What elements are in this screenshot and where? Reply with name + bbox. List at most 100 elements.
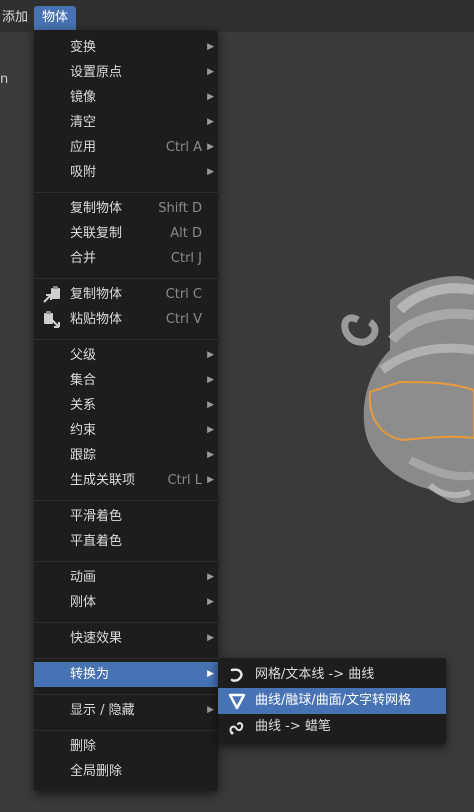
submenu-arrow-icon: ▶ — [207, 450, 214, 460]
menu-item-label: 显示 / 隐藏 — [70, 703, 135, 718]
menu-item-set-origin[interactable]: 设置原点 ▶ — [34, 60, 218, 85]
submenu-arrow-icon: ▶ — [207, 669, 214, 679]
submenu-arrow-icon: ▶ — [207, 117, 214, 127]
menu-item-delete[interactable]: 删除 — [34, 734, 218, 759]
menu-item-label: 关联复制 — [70, 226, 123, 241]
menu-item-label: 约束 — [70, 423, 97, 438]
submenu-arrow-icon: ▶ — [207, 167, 214, 177]
sculpted-model[interactable] — [330, 270, 474, 510]
submenu-item-to-mesh[interactable]: 曲线/融球/曲面/文字转网格 — [218, 688, 446, 714]
menu-item-label: 关系 — [70, 398, 97, 413]
menu-item-apply[interactable]: 应用 Ctrl A ▶ — [34, 135, 218, 160]
menu-item-duplicate-objects[interactable]: 复制物体 Shift D — [34, 196, 218, 221]
menu-item-collection[interactable]: 集合 ▶ — [34, 368, 218, 393]
submenu-arrow-icon: ▶ — [207, 400, 214, 410]
submenu-arrow-icon: ▶ — [207, 142, 214, 152]
menu-item-delete-globally[interactable]: 全局删除 — [34, 759, 218, 784]
menu-item-label: 生成关联项 — [70, 473, 136, 488]
menu-item-mirror[interactable]: 镜像 ▶ — [34, 85, 218, 110]
menu-item-track[interactable]: 跟踪 ▶ — [34, 443, 218, 468]
menu-item-label: 集合 — [70, 373, 97, 388]
submenu-item-mesh-to-curve[interactable]: 网格/文本线 -> 曲线 — [218, 662, 446, 688]
menu-separator — [34, 339, 218, 340]
menu-item-label: 刚体 — [70, 595, 97, 610]
shortcut-label: Ctrl A — [165, 140, 202, 155]
submenu-arrow-icon: ▶ — [207, 42, 214, 52]
menu-item-transform[interactable]: 变换 ▶ — [34, 35, 218, 60]
menu-item-link-transfer[interactable]: 生成关联项 Ctrl L ▶ — [34, 468, 218, 493]
menu-item-label: 复制物体 — [70, 287, 123, 302]
shortcut-label: Ctrl C — [165, 287, 202, 302]
menu-item-label: 全局删除 — [70, 764, 123, 779]
menu-separator — [34, 694, 218, 695]
submenu-item-label: 曲线 -> 蜡笔 — [255, 719, 331, 734]
menu-item-label: 平滑着色 — [70, 509, 123, 524]
menu-item-label: 变换 — [70, 40, 97, 55]
submenu-arrow-icon: ▶ — [207, 350, 214, 360]
menu-item-label: 合并 — [70, 251, 97, 266]
shortcut-label: Ctrl L — [167, 473, 202, 488]
menu-item-label: 粘贴物体 — [70, 312, 123, 327]
submenu-arrow-icon: ▶ — [207, 705, 214, 715]
shortcut-label: Alt D — [170, 226, 202, 241]
menu-item-label: 动画 — [70, 570, 97, 585]
menu-item-label: 清空 — [70, 115, 97, 130]
submenu-arrow-icon: ▶ — [207, 633, 214, 643]
submenu-arrow-icon: ▶ — [207, 425, 214, 435]
side-panel-text: n — [0, 72, 9, 87]
grease-pencil-icon — [229, 722, 244, 735]
menu-item-relations[interactable]: 关系 ▶ — [34, 393, 218, 418]
shortcut-label: Ctrl J — [170, 251, 202, 266]
menu-item-label: 复制物体 — [70, 201, 123, 216]
viewport-header: 添加 物体 — [0, 0, 474, 32]
object-menu: 变换 ▶ 设置原点 ▶ 镜像 ▶ 清空 ▶ 应用 Ctrl A ▶ 吸附 ▶ 复… — [34, 30, 218, 791]
menu-item-label: 删除 — [70, 739, 97, 754]
menu-item-shade-smooth[interactable]: 平滑着色 — [34, 504, 218, 529]
submenu-item-curve-to-grease-pencil[interactable]: 曲线 -> 蜡笔 — [218, 714, 446, 740]
copy-icon — [43, 286, 60, 303]
menu-item-shade-flat[interactable]: 平直着色 — [34, 529, 218, 554]
menu-item-animation[interactable]: 动画 ▶ — [34, 565, 218, 590]
menu-separator — [34, 278, 218, 279]
menu-item-label: 设置原点 — [70, 65, 123, 80]
menu-item-convert-to[interactable]: 转换为 ▶ — [34, 662, 218, 687]
submenu-arrow-icon: ▶ — [207, 597, 214, 607]
object-menu-button[interactable]: 物体 — [34, 6, 76, 30]
menu-item-label: 平直着色 — [70, 534, 123, 549]
menu-item-label: 父级 — [70, 348, 97, 363]
menu-item-rigid-body[interactable]: 刚体 ▶ — [34, 590, 218, 615]
submenu-arrow-icon: ▶ — [207, 475, 214, 485]
submenu-item-label: 曲线/融球/曲面/文字转网格 — [255, 693, 412, 708]
menu-separator — [34, 561, 218, 562]
menu-item-label: 镜像 — [70, 90, 97, 105]
shortcut-label: Shift D — [158, 201, 202, 216]
curve-icon — [230, 668, 243, 682]
menu-separator — [34, 192, 218, 193]
menu-separator — [34, 730, 218, 731]
menu-item-label: 应用 — [70, 140, 97, 155]
menu-item-label: 快速效果 — [70, 631, 123, 646]
menu-item-copy-objects[interactable]: 复制物体 Ctrl C — [34, 282, 218, 307]
menu-item-paste-objects[interactable]: 粘贴物体 Ctrl V — [34, 307, 218, 332]
menu-item-show-hide[interactable]: 显示 / 隐藏 ▶ — [34, 698, 218, 723]
submenu-arrow-icon: ▶ — [207, 67, 214, 77]
paste-icon — [44, 311, 60, 328]
mesh-icon — [228, 693, 246, 710]
menu-separator — [34, 500, 218, 501]
menu-item-duplicate-linked[interactable]: 关联复制 Alt D — [34, 221, 218, 246]
menu-separator — [34, 658, 218, 659]
submenu-arrow-icon: ▶ — [207, 92, 214, 102]
submenu-arrow-icon: ▶ — [207, 375, 214, 385]
submenu-arrow-icon: ▶ — [207, 572, 214, 582]
menu-item-snap[interactable]: 吸附 ▶ — [34, 160, 218, 185]
menu-item-join[interactable]: 合并 Ctrl J — [34, 246, 218, 271]
shortcut-label: Ctrl V — [165, 312, 202, 327]
menu-item-constraint[interactable]: 约束 ▶ — [34, 418, 218, 443]
menu-item-clear[interactable]: 清空 ▶ — [34, 110, 218, 135]
add-menu-button[interactable]: 添加 — [0, 6, 36, 30]
menu-item-label: 跟踪 — [70, 448, 97, 463]
menu-item-parent[interactable]: 父级 ▶ — [34, 343, 218, 368]
menu-item-quick-effects[interactable]: 快速效果 ▶ — [34, 626, 218, 651]
submenu-item-label: 网格/文本线 -> 曲线 — [255, 667, 375, 682]
menu-item-label: 转换为 — [70, 667, 110, 682]
